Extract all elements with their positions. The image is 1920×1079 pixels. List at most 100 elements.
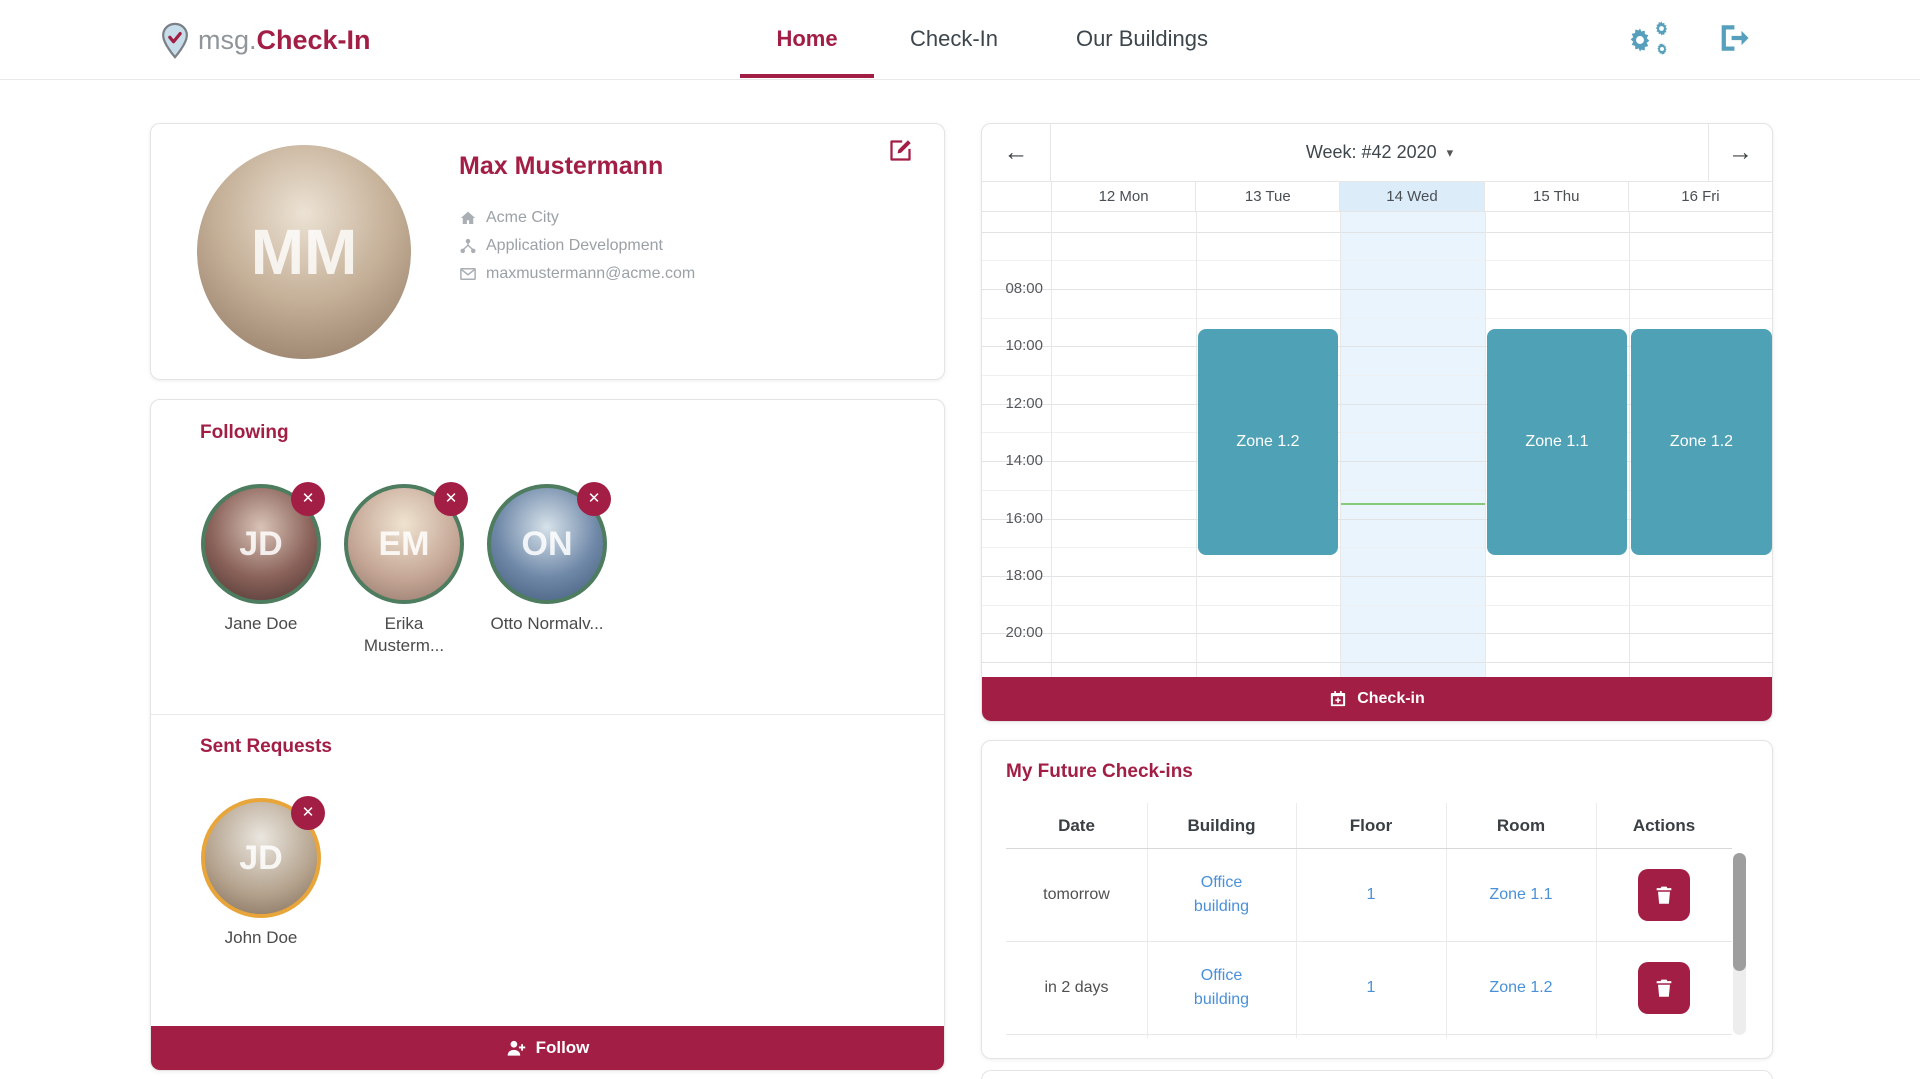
unfollow-button[interactable]: ✕: [434, 482, 468, 516]
active-tab-underline: [740, 74, 874, 78]
logout-button[interactable]: [1714, 21, 1752, 60]
day-header-wed-today: 14 Wed: [1339, 182, 1483, 211]
next-week-button[interactable]: →: [1708, 124, 1772, 181]
profile-info: Acme City Application Development maxmus…: [459, 204, 695, 288]
avatar: EM ✕: [344, 484, 464, 604]
column-header-date: Date: [1006, 803, 1147, 848]
social-card: Following JD ✕ Jane Doe EM ✕ Erika Muste…: [150, 399, 945, 1071]
calendar-plus-icon: [1329, 690, 1347, 708]
calendar-event-thu-zone-1-1[interactable]: Zone 1.1: [1487, 329, 1627, 555]
trash-icon: [1653, 977, 1675, 999]
edit-profile-button[interactable]: [887, 137, 914, 164]
following-person-erika[interactable]: EM ✕ Erika Musterm...: [334, 484, 474, 657]
building-link[interactable]: Office building: [1182, 964, 1262, 1012]
room-link[interactable]: Zone 1.2: [1489, 979, 1552, 997]
tab-home[interactable]: Home: [740, 0, 874, 80]
map-pin-logo-icon: [160, 22, 190, 59]
hour-line: [982, 232, 1772, 233]
table-scrollbar-thumb[interactable]: [1733, 853, 1746, 971]
header-actions: [1626, 0, 1752, 80]
avatar-initials: JD: [239, 839, 282, 878]
next-section-card-edge: [981, 1070, 1773, 1079]
day-header-thu: 15 Thu: [1484, 182, 1628, 211]
floor-link[interactable]: 1: [1367, 979, 1376, 997]
calendar-event-tue-zone-1-2[interactable]: Zone 1.2: [1198, 329, 1338, 555]
hour-line: [982, 289, 1772, 290]
sent-request-person-john-doe[interactable]: JD ✕ John Doe: [191, 798, 331, 949]
app-logo[interactable]: msg.Check-In: [160, 0, 371, 80]
day-header-fri: 16 Fri: [1628, 182, 1772, 211]
day-header-mon: 12 Mon: [1051, 182, 1195, 211]
gear-icon: [1626, 26, 1654, 54]
room-link[interactable]: Zone 1.1: [1489, 886, 1552, 904]
home-icon: [459, 209, 477, 227]
settings-button[interactable]: [1626, 19, 1672, 61]
profile-avatar: MM: [197, 145, 411, 359]
time-label: 18:00: [982, 567, 1043, 584]
hour-line: [982, 318, 1772, 319]
tab-our-buildings[interactable]: Our Buildings: [1042, 0, 1242, 80]
hour-line: [982, 633, 1772, 634]
profile-department: Application Development: [486, 237, 663, 255]
following-person-otto[interactable]: ON ✕ Otto Normalv...: [477, 484, 617, 635]
profile-department-row: Application Development: [459, 232, 695, 260]
app-header: msg.Check-In Home Check-In Our Buildings: [0, 0, 1920, 80]
delete-checkin-button[interactable]: [1638, 962, 1690, 1014]
column-header-building: Building: [1147, 803, 1296, 848]
check-in-button-label: Check-in: [1357, 690, 1425, 708]
follow-button[interactable]: Follow: [151, 1026, 944, 1070]
previous-week-button[interactable]: ←: [982, 124, 1051, 181]
gear-icon: [1653, 20, 1670, 37]
profile-card: MM Max Mustermann Acme City Application …: [150, 123, 945, 380]
tab-check-in[interactable]: Check-In: [884, 0, 1024, 80]
time-label: 08:00: [982, 280, 1043, 297]
edit-icon: [887, 137, 914, 164]
building-link[interactable]: Office building: [1182, 871, 1262, 919]
profile-avatar-initials: MM: [251, 215, 358, 289]
tab-home-label: Home: [776, 26, 837, 51]
avatar-initials: ON: [522, 525, 573, 564]
column-separator: [1629, 212, 1630, 679]
table-row: in 2 days Office building 1 Zone 1.2: [1006, 942, 1732, 1035]
close-icon: ✕: [302, 490, 315, 507]
floor-link[interactable]: 1: [1367, 886, 1376, 904]
future-checkins-title: My Future Check-ins: [1006, 761, 1193, 783]
following-person-jane-doe[interactable]: JD ✕ Jane Doe: [191, 484, 331, 635]
hour-line: [982, 576, 1772, 577]
logo-prefix: msg.: [198, 25, 257, 55]
person-name: John Doe: [203, 927, 319, 949]
unfollow-button[interactable]: ✕: [291, 482, 325, 516]
hour-line: [982, 260, 1772, 261]
calendar-grid[interactable]: 08:00 10:00 12:00 14:00 16:00 18:00 20:0…: [982, 212, 1772, 679]
profile-location: Acme City: [486, 209, 559, 227]
following-title: Following: [200, 422, 289, 444]
unfollow-button[interactable]: ✕: [577, 482, 611, 516]
time-label: 10:00: [982, 337, 1043, 354]
column-separator: [1196, 212, 1197, 679]
column-header-floor: Floor: [1296, 803, 1446, 848]
cancel-request-button[interactable]: ✕: [291, 796, 325, 830]
sign-out-icon: [1714, 21, 1752, 55]
week-selector[interactable]: Week: #42 2020 ▾: [1051, 124, 1708, 181]
table-header-row: Date Building Floor Room Actions: [1006, 803, 1732, 849]
day-header-tue: 13 Tue: [1195, 182, 1339, 211]
sent-requests-title: Sent Requests: [200, 736, 332, 758]
profile-location-row: Acme City: [459, 204, 695, 232]
profile-email: maxmustermann@acme.com: [486, 265, 695, 283]
hour-line: [982, 662, 1772, 663]
calendar-event-fri-zone-1-2[interactable]: Zone 1.2: [1631, 329, 1772, 555]
close-icon: ✕: [302, 804, 315, 821]
arrow-right-icon: →: [1728, 138, 1753, 167]
delete-checkin-button[interactable]: [1638, 869, 1690, 921]
logo-name: Check-In: [257, 25, 371, 55]
column-separator: [1485, 212, 1486, 679]
person-name: Jane Doe: [203, 613, 319, 635]
tab-check-in-label: Check-In: [910, 26, 998, 51]
gear-icon: [1655, 42, 1669, 56]
avatar: JD ✕: [201, 798, 321, 918]
envelope-icon: [459, 265, 477, 283]
future-checkins-card: My Future Check-ins Date Building Floor …: [981, 740, 1773, 1059]
tab-our-buildings-label: Our Buildings: [1076, 26, 1208, 51]
check-in-button[interactable]: Check-in: [982, 677, 1772, 721]
cell-date: in 2 days: [1006, 942, 1147, 1034]
